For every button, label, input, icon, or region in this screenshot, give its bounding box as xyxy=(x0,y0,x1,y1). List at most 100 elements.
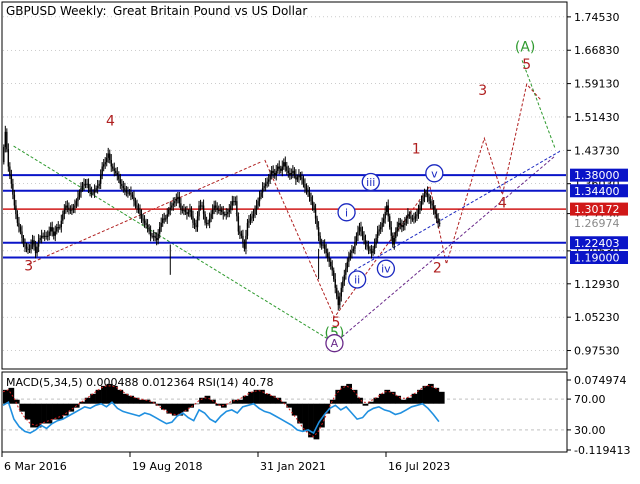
candle-body xyxy=(237,216,240,232)
candle-body xyxy=(278,166,280,169)
macd-hist-bar xyxy=(139,399,145,404)
candle-body xyxy=(218,209,220,211)
candle-body xyxy=(3,147,5,163)
indicator-tick-label: -0.119413 xyxy=(574,444,630,457)
macd-hist-bar xyxy=(373,397,380,404)
candle-body xyxy=(375,238,377,245)
macd-hist-bar xyxy=(210,399,216,404)
candle-body xyxy=(71,209,73,211)
indicator-tick-label: 30.00 xyxy=(574,424,606,437)
macd-hist-bar xyxy=(171,403,178,416)
candle-body xyxy=(363,235,365,241)
candle-body xyxy=(323,244,326,249)
y-tick-label: 1.51430 xyxy=(574,111,620,124)
candle-body xyxy=(59,227,61,229)
candle-body xyxy=(264,183,267,186)
candle-body xyxy=(98,183,100,186)
macd-hist-bar xyxy=(422,385,429,404)
wave-label: v xyxy=(431,167,438,180)
candle-body xyxy=(12,183,14,195)
candle-body xyxy=(219,209,221,211)
candle-body xyxy=(115,170,117,173)
candle-body xyxy=(25,246,28,249)
candle-body xyxy=(416,214,418,217)
chart-timeframe: Weekly: xyxy=(60,4,106,18)
candle-body xyxy=(99,175,102,184)
candle-body xyxy=(261,188,264,193)
candle-body xyxy=(66,205,69,208)
candle-body xyxy=(227,212,229,215)
candle-body xyxy=(42,235,44,237)
candle-body xyxy=(152,235,155,237)
wave-label: ii xyxy=(354,274,360,287)
candle-body xyxy=(364,240,367,245)
macd-hist-bar xyxy=(438,391,445,404)
candle-body xyxy=(336,287,338,297)
candle-body xyxy=(113,168,115,171)
candle-body xyxy=(266,181,268,184)
candle-body xyxy=(157,233,159,241)
macd-hist-bar xyxy=(188,403,194,408)
candle-body xyxy=(404,222,406,225)
wave-label: 4 xyxy=(106,113,115,129)
candle-body xyxy=(254,209,256,215)
candle-body xyxy=(322,244,324,246)
candle-body xyxy=(349,253,352,258)
candle-body xyxy=(310,196,312,202)
macd-hist-bar xyxy=(302,403,309,432)
macd-hist-bar xyxy=(122,393,129,404)
candle-body xyxy=(46,235,49,237)
candle-body xyxy=(348,257,350,262)
candle-body xyxy=(428,196,430,202)
candle-body xyxy=(155,238,158,241)
candle-body xyxy=(413,218,415,220)
candle-body xyxy=(60,220,63,228)
candle-body xyxy=(54,231,56,236)
candle-body xyxy=(143,220,146,223)
candle-body xyxy=(87,183,90,189)
macd-hist-bar xyxy=(406,397,412,404)
candle-body xyxy=(45,235,47,237)
macd-hist-bar xyxy=(106,383,113,404)
candle-body xyxy=(140,214,143,219)
candle-body xyxy=(280,168,282,171)
macd-hist-bar xyxy=(329,399,336,404)
macd-hist-bar xyxy=(264,393,271,404)
candle-body xyxy=(37,240,40,247)
candle-body xyxy=(258,196,261,202)
macd-hist-bar xyxy=(46,403,53,424)
candle-body xyxy=(106,157,108,163)
candle-body xyxy=(69,209,72,211)
candle-body xyxy=(289,173,291,176)
candle-body xyxy=(308,192,311,197)
candle-body xyxy=(435,214,438,219)
candle-body xyxy=(417,209,420,215)
candle-body xyxy=(184,209,187,212)
candle-body xyxy=(213,205,215,210)
candle-body xyxy=(334,279,336,288)
candle-body xyxy=(50,227,52,232)
candle-body xyxy=(43,235,46,237)
candle-body xyxy=(145,222,147,225)
candle-body xyxy=(10,175,13,184)
y-tick-label: 1.43730 xyxy=(574,144,620,157)
candle-body xyxy=(224,214,226,216)
candle-body xyxy=(355,235,358,243)
chart-description: Great Britain Pound vs US Dollar xyxy=(113,4,307,18)
candle-body xyxy=(234,201,237,203)
candle-body xyxy=(390,227,392,236)
candle-body xyxy=(277,166,279,171)
candle-body xyxy=(314,209,317,219)
candle-body xyxy=(151,235,153,237)
candle-body xyxy=(7,149,10,167)
candle-body xyxy=(370,251,373,254)
candle-body xyxy=(302,179,305,184)
candle-body xyxy=(331,266,333,271)
candle-body xyxy=(74,205,76,208)
macd-hist-bar xyxy=(101,385,107,404)
candle-body xyxy=(192,216,194,223)
candle-body xyxy=(366,244,368,247)
candle-body xyxy=(357,231,359,236)
candle-body xyxy=(134,201,137,206)
candle-body xyxy=(239,231,241,234)
